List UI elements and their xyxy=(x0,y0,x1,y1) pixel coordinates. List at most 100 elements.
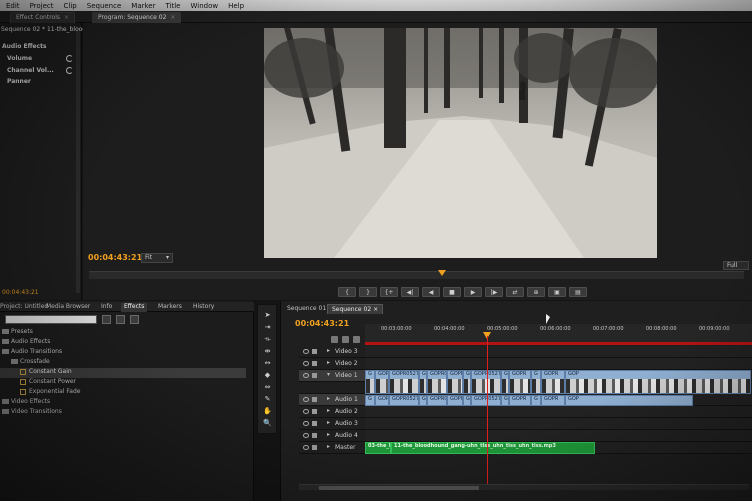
playback-quality-dropdown[interactable]: Full xyxy=(723,261,749,270)
menu-item-project[interactable]: Project xyxy=(30,2,54,10)
video-clip[interactable]: GOPR xyxy=(509,370,531,394)
effects-tree-item[interactable]: Audio Transitions xyxy=(0,348,246,358)
hand-tool-icon[interactable]: ✋ xyxy=(262,407,273,415)
lock-icon[interactable] xyxy=(312,433,317,438)
menu-item-marker[interactable]: Marker xyxy=(131,2,155,10)
effect-row-audio-effects[interactable]: Audio Effects xyxy=(2,43,47,50)
zoom-tool-icon[interactable]: 🔍 xyxy=(262,419,273,427)
video-clip[interactable]: GOPR xyxy=(541,370,565,394)
expand-triangle-icon[interactable]: ▸ xyxy=(327,419,330,426)
effects-search-input[interactable] xyxy=(5,315,97,324)
audio-clip[interactable]: GOPR0 xyxy=(427,395,447,406)
tab-program-monitor[interactable]: Program: Sequence 02 × xyxy=(92,12,182,23)
video-clip[interactable]: G xyxy=(501,370,509,394)
lane-audio-2[interactable] xyxy=(365,406,752,418)
video-clip[interactable]: GOPR0 xyxy=(427,370,447,394)
transport-button-2[interactable]: {+ xyxy=(380,287,398,297)
track-header[interactable]: ▸ Video 2 xyxy=(299,358,365,370)
video-clip[interactable]: GOPR0 xyxy=(375,370,389,394)
32bit-effects-icon[interactable] xyxy=(116,315,125,324)
tab-effects[interactable]: Effects xyxy=(121,303,148,312)
effect-row-panner[interactable]: Panner xyxy=(7,78,31,85)
track-header[interactable]: ▾ Video 1 xyxy=(299,370,365,382)
effect-row-volume[interactable]: Volume xyxy=(7,55,32,62)
tab-sequence-01[interactable]: Sequence 01 xyxy=(283,304,330,314)
slip-tool-icon[interactable]: ⇔ xyxy=(262,383,273,391)
program-playhead[interactable] xyxy=(438,270,446,276)
close-icon[interactable]: × xyxy=(170,14,175,21)
timeline-scrollbar[interactable] xyxy=(299,484,749,490)
effects-tree-item[interactable]: Video Transitions xyxy=(0,408,246,418)
transport-button-1[interactable]: } xyxy=(359,287,377,297)
video-clip[interactable]: G xyxy=(419,370,427,394)
track-header[interactable]: ▸ Master xyxy=(299,442,365,454)
effect-row-channel-volume[interactable]: Channel Vol... xyxy=(7,67,54,74)
lock-icon[interactable] xyxy=(312,445,317,450)
video-clip[interactable]: GOPR0527 xyxy=(389,370,419,394)
transport-button-5[interactable]: ■ xyxy=(443,287,461,297)
tab-media-browser[interactable]: Media Browser xyxy=(46,303,90,312)
audio-clip[interactable]: GOPR0527 xyxy=(389,395,419,406)
audio-clip[interactable]: G xyxy=(531,395,541,406)
effects-tree-item[interactable]: Constant Gain xyxy=(0,368,246,378)
rolling-edit-tool-icon[interactable]: ⇹ xyxy=(262,347,273,355)
track-header[interactable]: ▸ Video 3 xyxy=(299,346,365,358)
lock-icon[interactable] xyxy=(312,421,317,426)
eye-icon[interactable] xyxy=(303,373,309,378)
lane-audio-4[interactable] xyxy=(365,430,752,442)
transport-button-10[interactable]: ▣ xyxy=(548,287,566,297)
transport-button-4[interactable]: ◀ xyxy=(422,287,440,297)
video-clip[interactable]: GOPR xyxy=(447,370,463,394)
tab-history[interactable]: History xyxy=(193,303,214,312)
expand-triangle-icon[interactable]: ▸ xyxy=(327,443,330,450)
rate-stretch-tool-icon[interactable]: ↔ xyxy=(262,359,273,367)
video-clip[interactable]: GOP xyxy=(565,370,751,394)
selection-tool-icon[interactable]: ➤ xyxy=(262,311,273,319)
razor-tool-icon[interactable]: ◆ xyxy=(262,371,273,379)
video-clip[interactable]: G xyxy=(531,370,541,394)
marker-icon[interactable] xyxy=(342,336,349,343)
lane-video-2[interactable] xyxy=(365,358,752,370)
audio-clip[interactable]: G xyxy=(419,395,427,406)
timeline-ruler[interactable]: 00:03:00:00 00:04:00:00 00:05:00:00 00:06:0… xyxy=(365,324,752,344)
speaker-icon[interactable] xyxy=(303,409,309,414)
expand-triangle-icon[interactable]: ▾ xyxy=(327,371,330,378)
effect-controls-timecode[interactable]: 00:04:43:21 xyxy=(2,289,39,296)
effects-tree-item[interactable]: Exponential Fade xyxy=(0,388,246,398)
music-clip[interactable]: 11-the_bloodhound_gang-uhn_tiss_uhn_tiss… xyxy=(391,442,595,454)
tab-effect-controls[interactable]: Effect Controls × xyxy=(10,12,76,23)
menu-item-edit[interactable]: Edit xyxy=(6,2,20,10)
audio-clip[interactable]: GOPR0 xyxy=(375,395,389,406)
track-header[interactable]: ▸ Audio 4 xyxy=(299,430,365,442)
lock-icon[interactable] xyxy=(312,361,317,366)
audio-clip[interactable]: GOP xyxy=(565,395,693,406)
expand-triangle-icon[interactable]: ▸ xyxy=(327,407,330,414)
track-header[interactable]: ▸ Audio 1 xyxy=(299,394,365,406)
reset-icon[interactable] xyxy=(66,67,73,74)
expand-triangle-icon[interactable]: ▸ xyxy=(327,359,330,366)
timeline-timecode[interactable]: 00:04:43:21 xyxy=(295,319,349,328)
tab-sequence-02[interactable]: Sequence 02 × xyxy=(327,304,384,314)
speaker-icon[interactable] xyxy=(303,433,309,438)
eye-icon[interactable] xyxy=(303,349,309,354)
effects-tree-item[interactable]: Presets xyxy=(0,328,246,338)
eye-icon[interactable] xyxy=(303,361,309,366)
program-timecode[interactable]: 00:04:43:21 xyxy=(88,253,142,262)
transport-button-6[interactable]: ▶ xyxy=(464,287,482,297)
speaker-icon[interactable] xyxy=(303,397,309,402)
pen-tool-icon[interactable]: ✎ xyxy=(262,395,273,403)
tab-project[interactable]: Project: Untitled xyxy=(0,303,48,312)
expand-triangle-icon[interactable]: ▸ xyxy=(327,395,330,402)
transport-button-8[interactable]: ⇄ xyxy=(506,287,524,297)
close-icon[interactable]: × xyxy=(373,306,378,313)
track-header[interactable]: ▸ Audio 3 xyxy=(299,418,365,430)
audio-clip[interactable]: GOPR xyxy=(509,395,531,406)
lane-audio-3[interactable] xyxy=(365,418,752,430)
track-select-tool-icon[interactable]: ⇥ xyxy=(262,323,273,331)
effects-tree-item[interactable]: Crossfade xyxy=(0,358,246,368)
lock-icon[interactable] xyxy=(312,409,317,414)
audio-clip[interactable]: G xyxy=(501,395,509,406)
close-icon[interactable]: × xyxy=(64,14,69,21)
lane-video-3[interactable] xyxy=(365,346,752,358)
accelerated-effects-icon[interactable] xyxy=(102,315,111,324)
